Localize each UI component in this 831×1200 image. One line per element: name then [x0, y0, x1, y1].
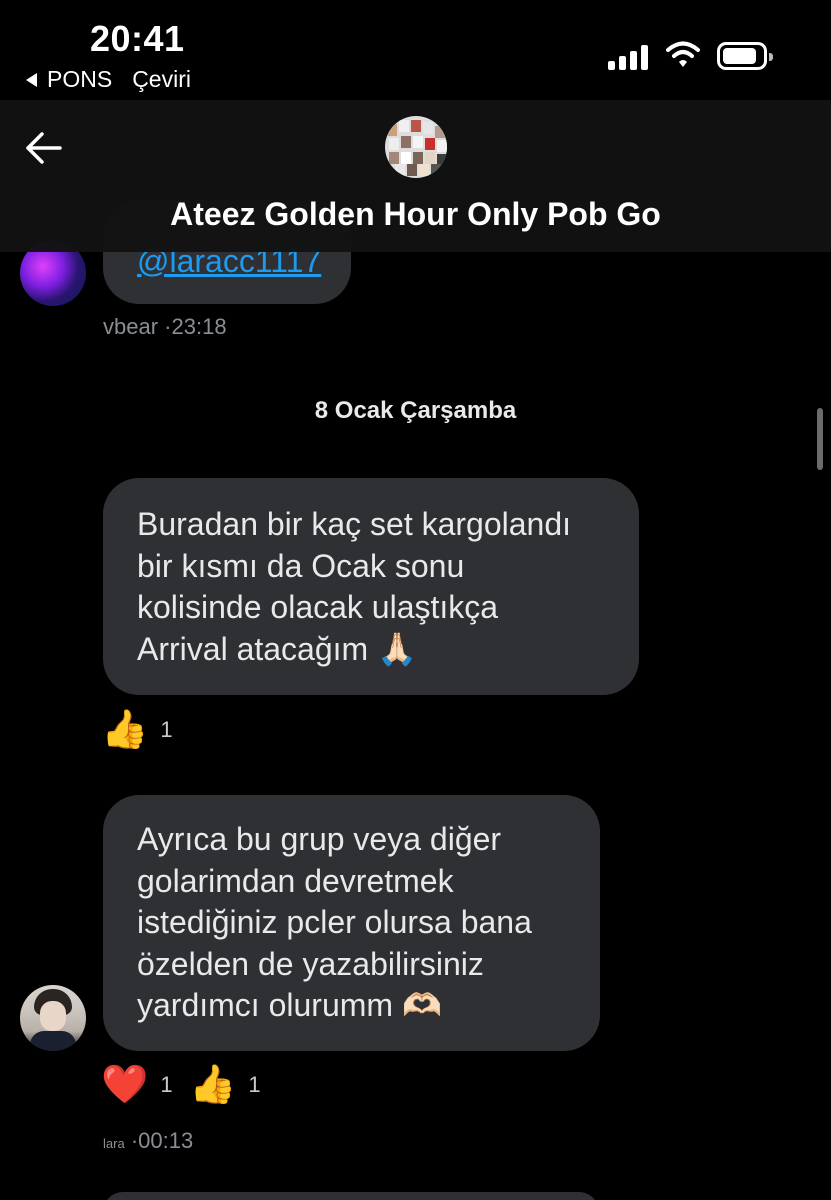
- conversation-title[interactable]: Ateez Golden Hour Only Pob Go: [0, 196, 831, 233]
- reaction-count: 1: [160, 717, 173, 742]
- sender-name: vbear: [103, 314, 159, 339]
- message-bubble[interactable]: Ayrıca bu grup veya diğer golarimdan dev…: [103, 795, 600, 1051]
- back-app-label: PONS: [47, 66, 113, 92]
- reaction-count: 1: [248, 1072, 261, 1097]
- back-to-app-link[interactable]: PONS Çeviri: [26, 66, 191, 93]
- message-text: Ayrıca bu grup veya diğer golarimdan dev…: [137, 821, 532, 1023]
- avatar[interactable]: [20, 985, 86, 1051]
- battery-icon: [717, 42, 773, 70]
- message-bubble[interactable]: Buradan bir kaç set kargolandı bir kısmı…: [103, 478, 639, 695]
- group-avatar[interactable]: [385, 116, 447, 178]
- signal-icon: [608, 44, 650, 70]
- reaction-count: 1: [160, 1072, 173, 1097]
- message-text: Buradan bir kaç set kargolandı bir kısmı…: [137, 506, 572, 667]
- sender-name: lara: [103, 1136, 125, 1151]
- message-meta: vbear ·23:18: [103, 314, 227, 340]
- conversation-header: Ateez Golden Hour Only Pob Go: [0, 100, 831, 252]
- arrow-left-icon[interactable]: [22, 128, 64, 168]
- heart-icon: ❤️: [101, 1064, 149, 1106]
- back-triangle-icon: [26, 72, 37, 87]
- status-time: 20:41: [90, 18, 185, 59]
- thumbs-up-icon: 👍: [189, 1064, 237, 1106]
- wifi-icon: [666, 41, 700, 67]
- dm-conversation-screen: 20:41 PONS Çeviri Ateez Golden Hour Only…: [0, 0, 831, 1200]
- thumbs-up-icon: 👍: [101, 709, 149, 751]
- reaction-thumbs-up[interactable]: 👍 1: [101, 711, 173, 749]
- reaction-heart[interactable]: ❤️ 1: [101, 1066, 173, 1104]
- date-divider: 8 Ocak Çarşamba: [314, 397, 517, 424]
- status-bar: 20:41 PONS Çeviri: [0, 0, 831, 100]
- message-bubble-partial[interactable]: [103, 1192, 599, 1200]
- message-time: ·00:13: [130, 1128, 194, 1153]
- scroll-indicator[interactable]: [817, 408, 823, 470]
- back-app-action: Çeviri: [132, 66, 191, 92]
- message-time: ·23:18: [164, 314, 227, 339]
- message-meta: lara ·00:13: [103, 1128, 193, 1154]
- reaction-thumbs-up[interactable]: 👍 1: [189, 1066, 261, 1104]
